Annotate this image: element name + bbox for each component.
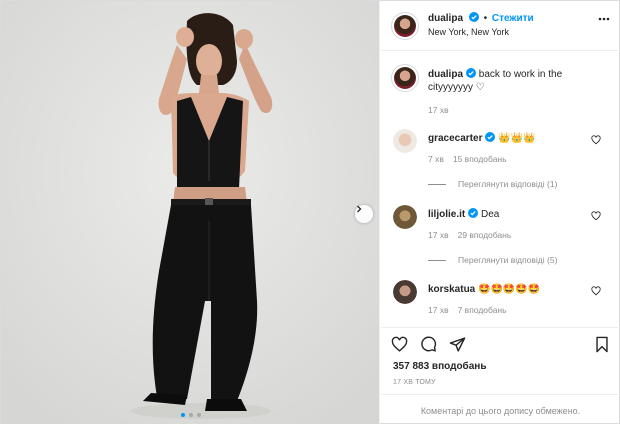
comment-avatar[interactable] <box>393 280 417 304</box>
heart-icon[interactable] <box>591 135 601 145</box>
heart-icon[interactable] <box>591 286 601 296</box>
chevron-right-icon <box>357 205 362 213</box>
view-replies-label: Переглянути відповіді (5) <box>458 255 558 265</box>
caption-text-block: dualipa back to work in the cityyyyyyy ♡ <box>428 68 588 94</box>
separator-dot: • <box>483 13 488 24</box>
comment-username[interactable]: liljolie.it <box>428 209 465 220</box>
caption-meta: 17 хв <box>428 105 449 115</box>
bookmark-icon[interactable] <box>594 336 610 353</box>
author-username[interactable]: dualipa <box>428 13 463 24</box>
comment-time[interactable]: 17 хв <box>428 305 449 315</box>
comment-meta: 17 хв 29 вподобань <box>428 230 511 240</box>
comment-text: 👑👑👑 <box>498 133 536 144</box>
action-icons <box>391 336 466 353</box>
replies-line <box>428 259 446 261</box>
comment-text-block: gracecarter 👑👑👑 <box>428 132 588 145</box>
post-location[interactable]: New York, New York <box>428 27 509 37</box>
likes-count[interactable]: 357 883 вподобань <box>393 361 486 372</box>
post-time[interactable]: 17 ХВ ТОМУ <box>393 379 436 386</box>
comment-text-block: liljolie.it Dea <box>428 208 588 221</box>
post-side-panel: dualipa • Стежити New York, New York dua… <box>381 1 620 424</box>
view-replies-label: Переглянути відповіді (1) <box>458 179 558 189</box>
verified-badge-icon <box>466 68 477 78</box>
comment-username[interactable]: korskatua <box>428 284 475 295</box>
author-line: dualipa • Стежити <box>428 12 534 24</box>
author-avatar[interactable] <box>391 12 419 40</box>
follow-button[interactable]: Стежити <box>492 13 534 24</box>
carousel-dot <box>196 413 201 417</box>
photo-woman-standing <box>1 1 379 424</box>
next-photo-button[interactable] <box>355 205 373 223</box>
caption-avatar[interactable] <box>391 64 419 92</box>
comment-meta: 7 хв 15 вподобань <box>428 154 507 164</box>
verified-badge-icon <box>485 132 496 142</box>
post-actions: 357 883 вподобань 17 ХВ ТОМУ Коментарі д… <box>381 327 620 424</box>
comment-text: 🤩🤩🤩🤩🤩 <box>478 284 541 295</box>
caption-row: dualipa back to work in the cityyyyyyy ♡… <box>381 64 620 124</box>
comment-time[interactable]: 7 хв <box>428 154 444 164</box>
comment-avatar[interactable] <box>393 205 417 229</box>
comment-text: Dea <box>481 209 500 220</box>
verified-badge-icon <box>468 208 479 218</box>
comment-text-block: korskatua 🤩🤩🤩🤩🤩 <box>428 283 588 296</box>
comments-list: dualipa back to work in the cityyyyyyy ♡… <box>381 52 620 327</box>
post-photo[interactable] <box>1 1 380 424</box>
comment-row: liljolie.it Dea 17 хв 29 вподобань Перегл… <box>381 205 620 277</box>
caption-username[interactable]: dualipa <box>428 69 463 80</box>
verified-badge-icon <box>468 12 479 22</box>
comment-username[interactable]: gracecarter <box>428 133 482 144</box>
comment-likes[interactable]: 7 вподобань <box>458 305 507 315</box>
comment-time[interactable]: 17 хв <box>428 230 449 240</box>
carousel-dots <box>1 413 379 417</box>
comment-likes[interactable]: 15 вподобань <box>453 154 507 164</box>
more-dots-icon[interactable] <box>598 17 610 21</box>
comment-icon[interactable] <box>420 336 437 353</box>
carousel-dot-active <box>180 413 185 417</box>
comment-likes[interactable]: 29 вподобань <box>458 230 512 240</box>
view-replies-button[interactable]: Переглянути відповіді (5) <box>428 255 557 265</box>
heart-icon[interactable] <box>391 336 408 353</box>
comment-meta: 17 хв 7 вподобань <box>428 305 507 315</box>
comment-row: korskatua 🤩🤩🤩🤩🤩 17 хв 7 вподобань <box>381 280 620 326</box>
comment-avatar[interactable] <box>393 129 417 153</box>
instagram-post: dualipa • Стежити New York, New York dua… <box>0 0 620 424</box>
paper-plane-icon[interactable] <box>449 336 466 353</box>
carousel-dot <box>188 413 193 417</box>
post-header: dualipa • Стежити New York, New York <box>381 1 620 51</box>
comment-row: gracecarter 👑👑👑 7 хв 15 вподобань Перегля… <box>381 129 620 201</box>
view-replies-button[interactable]: Переглянути відповіді (1) <box>428 179 557 189</box>
caption-time[interactable]: 17 хв <box>428 105 449 115</box>
replies-line <box>428 183 446 185</box>
heart-icon[interactable] <box>591 211 601 221</box>
comments-limited-notice: Коментарі до цього допису обмежено. <box>381 394 620 424</box>
